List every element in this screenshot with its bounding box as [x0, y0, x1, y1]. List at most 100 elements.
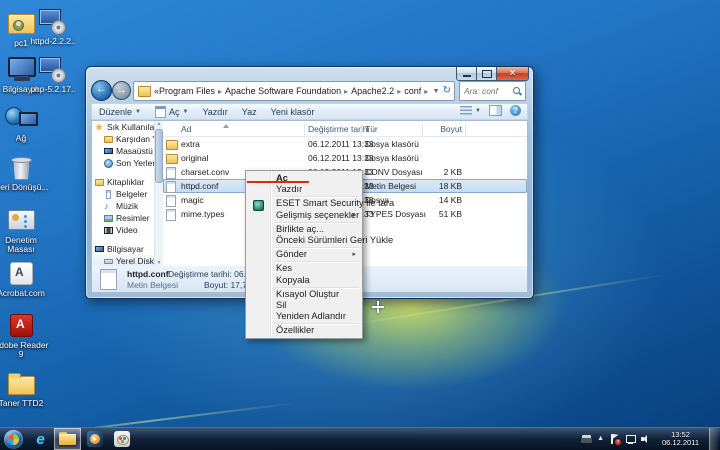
tray-device-icon[interactable]: [581, 434, 592, 444]
scroll-up-icon[interactable]: ▲: [157, 121, 162, 127]
context-menu: Aç ▸ Yazdır ▸ ESET Smart Security ile ta…: [245, 170, 363, 339]
file-size-cell: 51 KB: [426, 207, 462, 221]
column-header-type[interactable]: Tür: [365, 124, 378, 134]
sidebar-item[interactable]: Resimler: [92, 212, 154, 224]
sidebar-item[interactable]: Kitaplıklar: [92, 176, 154, 188]
breadcrumb-segment[interactable]: ​Apache2.2▸: [351, 86, 404, 96]
folder-icon: [4, 368, 38, 398]
sidebar-item[interactable]: Yerel Disk (C:): [92, 255, 154, 266]
downloads-icon: [104, 135, 113, 144]
action-center-icon[interactable]: ×: [609, 434, 620, 444]
desktop-icon[interactable]: Adobe Reader 9: [0, 310, 50, 359]
desktop-icon[interactable]: php-5.2.17..: [24, 54, 82, 94]
toolbar-item[interactable]: Düzenle ▼: [92, 104, 148, 119]
toolbar-item[interactable]: Yaz ▼: [235, 104, 264, 119]
sidebar-item[interactable]: Müzik: [92, 200, 154, 212]
desktop-icon[interactable]: Geri Dönüşü...: [0, 152, 50, 192]
desktop-icon[interactable]: Ağ: [0, 103, 50, 143]
adobe-reader-icon: [4, 310, 38, 340]
desktop-icon-label: httpd-2.2.2..: [24, 37, 82, 46]
show-hidden-icons[interactable]: ▲: [597, 434, 604, 444]
desktop-icon-label: Ağ: [0, 134, 50, 143]
file-date-cell: 06.12.2011 13:33: [308, 151, 374, 165]
toolbar-item[interactable]: Yeni klasör ▼: [264, 104, 322, 119]
desk-icon: [104, 147, 113, 156]
sidebar-item[interactable]: Son Yerler: [92, 157, 154, 169]
preview-pane-icon[interactable]: [489, 105, 502, 116]
column-header-name[interactable]: Ad: [181, 124, 191, 134]
column-header-size[interactable]: Boyut: [426, 124, 462, 134]
sidebar-item-label: Sık Kullanılanlar: [107, 122, 154, 132]
sort-ascending-icon: [223, 124, 229, 128]
breadcrumb-segment-label: Apache2.2: [351, 86, 394, 96]
sidebar-item[interactable]: Bilgisayar: [92, 243, 154, 255]
menu-item-icon: [253, 236, 262, 245]
taskbar-internet-explorer[interactable]: e: [27, 428, 54, 450]
context-menu-item[interactable]: Gönder ▸: [247, 249, 361, 260]
column-divider[interactable]: [304, 124, 305, 137]
minimize-button[interactable]: [456, 67, 478, 81]
context-menu-item[interactable]: Kes ▸: [247, 263, 361, 274]
chevron-right-icon: ▸: [424, 87, 428, 96]
address-dropdown-icon[interactable]: ▼: [433, 88, 440, 95]
context-menu-item[interactable]: Yeniden Adlandır ▸: [247, 311, 361, 322]
views-dropdown-icon[interactable]: ▼: [475, 108, 481, 114]
toolbar-item-label: Yaz: [242, 107, 257, 117]
context-menu-item[interactable]: Kısayol Oluştur ▸: [247, 289, 361, 300]
toolbar-item[interactable]: Yazdır ▼: [195, 104, 234, 119]
context-menu-item[interactable]: Kopyala ▸: [247, 275, 361, 286]
chevron-down-icon: ▼: [183, 109, 189, 115]
file-row[interactable]: original 06.12.2011 13:33 Dosya klasörü: [163, 151, 527, 165]
start-button[interactable]: [0, 428, 27, 450]
context-menu-item[interactable]: Yazdır ▸: [247, 184, 361, 195]
network-icon[interactable]: [625, 434, 636, 444]
views-icon[interactable]: [460, 106, 472, 115]
back-button[interactable]: ←: [91, 80, 112, 101]
search-input[interactable]: [460, 86, 512, 96]
sidebar-item[interactable]: Masaüstü: [92, 145, 154, 157]
pics-icon: [104, 214, 113, 223]
desktop-icon[interactable]: Denetim Masası: [0, 205, 50, 254]
breadcrumb-segment[interactable]: ​Program Files▸: [159, 86, 225, 96]
column-divider[interactable]: [465, 124, 466, 137]
close-button[interactable]: ×: [496, 67, 529, 81]
desktop-icon[interactable]: Taner TTD2: [0, 368, 50, 408]
sidebar-item[interactable]: Belgeler: [92, 188, 154, 200]
address-bar[interactable]: « ​Program Files▸​Apache Software Founda…: [133, 81, 455, 101]
help-icon[interactable]: ?: [510, 105, 521, 116]
show-desktop-button[interactable]: [709, 428, 718, 450]
sidebar-item-label: Bilgisayar: [107, 244, 144, 254]
context-menu-item[interactable]: Özellikler ▸: [247, 325, 361, 336]
taskbar-windows-explorer[interactable]: [54, 428, 81, 450]
sidebar-item[interactable]: Video: [92, 224, 154, 236]
column-divider[interactable]: [361, 124, 362, 137]
forward-button[interactable]: →: [112, 81, 131, 100]
toolbar-item[interactable]: Aç ▼: [148, 104, 195, 119]
breadcrumb-segment[interactable]: ​conf▸: [404, 86, 431, 96]
desktop-icon[interactable]: httpd-2.2.2..: [24, 6, 82, 46]
sidebar-item[interactable]: Sık Kullanılanlar: [92, 121, 154, 133]
volume-icon[interactable]: [641, 434, 652, 444]
context-menu-item[interactable]: Sil ▸: [247, 300, 361, 311]
menu-item-icon: [253, 265, 262, 274]
sidebar-scrollbar-thumb[interactable]: [155, 129, 163, 183]
file-row[interactable]: extra 06.12.2011 13:33 Dosya klasörü: [163, 137, 527, 151]
taskbar-clock[interactable]: 13:52 06.12.2011: [657, 431, 704, 448]
file-icon: [166, 181, 176, 193]
sidebar-item[interactable]: Karşıdan Yüklemeler: [92, 133, 154, 145]
column-divider[interactable]: [422, 124, 423, 137]
context-menu-item[interactable]: Önceki Sürümleri Geri Yükle ▸: [247, 235, 361, 246]
play-icon: [93, 437, 97, 441]
maximize-button[interactable]: [476, 67, 498, 81]
breadcrumb-segment-label: Apache Software Foundation: [225, 86, 341, 96]
context-menu-item[interactable]: Birlikte aç... ▸: [247, 224, 361, 235]
taskbar-media-player[interactable]: [81, 428, 108, 450]
context-menu-item[interactable]: Gelişmiş seçenekler ▸: [247, 210, 361, 221]
context-menu-item[interactable]: ESET Smart Security ile tara ▸: [247, 198, 361, 209]
search-box[interactable]: [459, 81, 526, 101]
chevron-down-icon: ▼: [135, 109, 141, 115]
taskbar-paint[interactable]: [108, 428, 135, 450]
breadcrumb-segment[interactable]: ​Apache Software Foundation▸: [225, 86, 351, 96]
desktop-icon[interactable]: Acrobat.com: [0, 258, 50, 298]
refresh-icon[interactable]: ↻: [443, 86, 451, 96]
